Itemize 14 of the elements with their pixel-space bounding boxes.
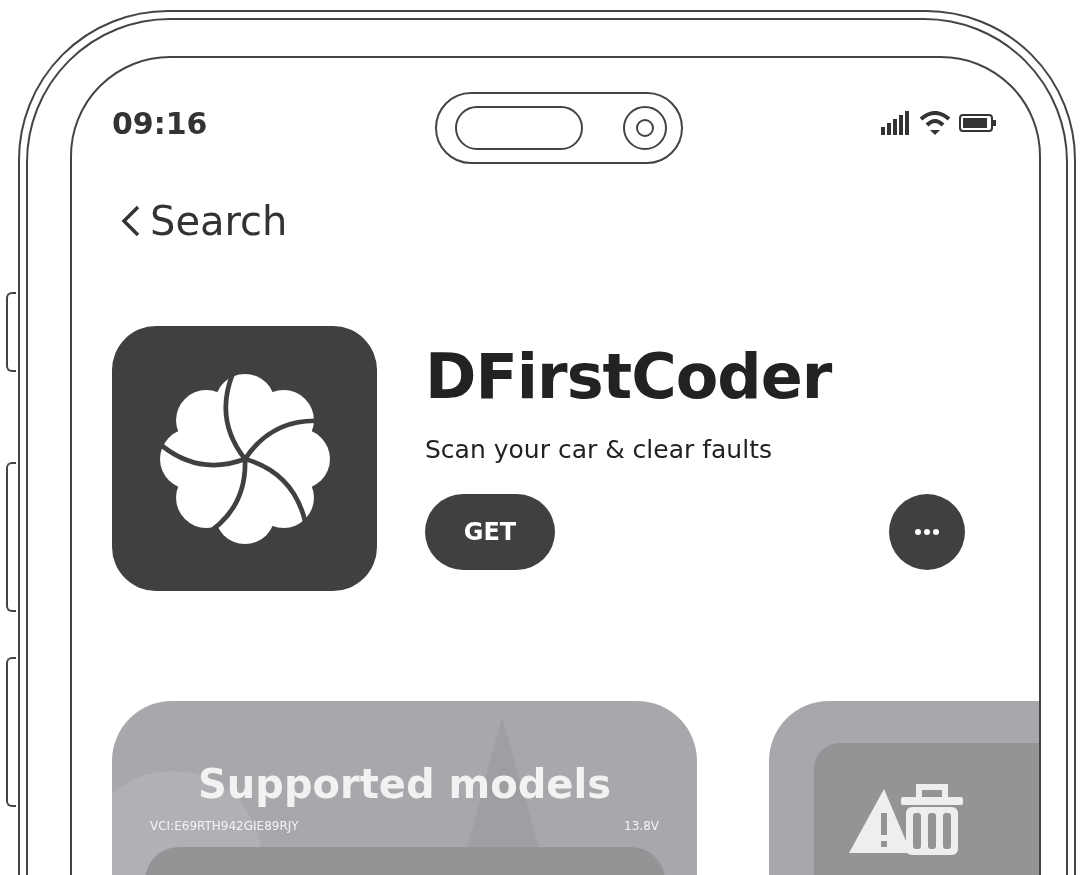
app-subtitle: Scan your car & clear faults: [425, 435, 773, 464]
signal-icon: [881, 111, 911, 135]
status-time: 09:16: [112, 105, 208, 141]
battery-icon: [959, 113, 997, 133]
back-link[interactable]: Search: [120, 198, 288, 244]
card-title: Supported models: [198, 761, 611, 807]
wifi-icon: [919, 111, 951, 135]
chevron-left-icon: [120, 204, 142, 238]
more-icon: [915, 529, 939, 535]
get-button[interactable]: GET: [425, 494, 555, 570]
logo-icon: [159, 373, 330, 544]
voltage-reading: 13.8V: [624, 819, 659, 833]
app-name: DFirstCoder: [425, 340, 833, 413]
vci-code: VCI:E69RTH942GIE89RJY: [150, 819, 299, 833]
